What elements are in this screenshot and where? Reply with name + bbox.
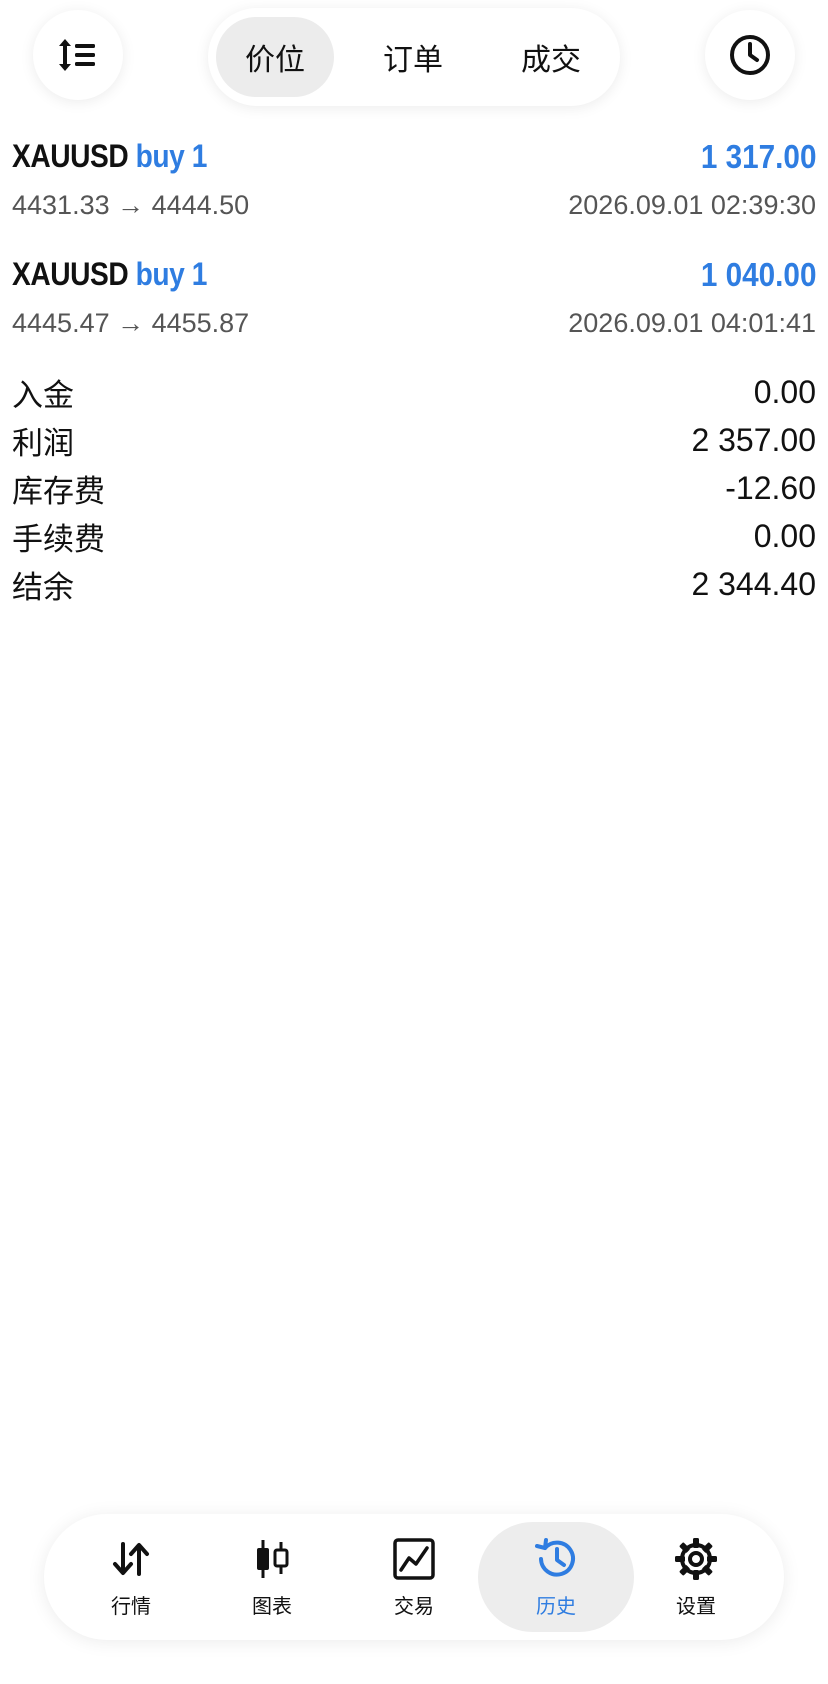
deal-side: buy 1 — [135, 138, 208, 174]
tab-orders[interactable]: 订单 — [354, 17, 472, 97]
deal-symbol: XAUUSD buy 1 — [12, 256, 207, 293]
deal-symbol: XAUUSD buy 1 — [12, 138, 207, 175]
nav-history[interactable]: 历史 — [478, 1522, 634, 1632]
summary-label: 结余 — [12, 569, 74, 606]
nav-history-label: 历史 — [536, 1593, 576, 1618]
deal-prices: 4445.47 → 4455.87 — [12, 308, 250, 338]
nav-quotes-label: 行情 — [111, 1593, 151, 1618]
sort-list-icon — [59, 39, 95, 71]
view-segmented-control: 价位 订单 成交 — [208, 8, 620, 106]
tab-price[interactable]: 价位 — [216, 17, 334, 97]
clock-icon — [730, 35, 770, 75]
candlestick-chart-icon — [257, 1539, 289, 1578]
nav-settings-label: 设置 — [676, 1593, 716, 1618]
history-clock-icon — [535, 1537, 575, 1577]
deal-time: 2026.09.01 02:39:30 — [568, 190, 816, 220]
tab-orders-label: 订单 — [383, 43, 443, 78]
deal-row[interactable]: XAUUSD buy 1 1 040.00 4445.47 → 4455.87 … — [12, 252, 816, 362]
nav-settings[interactable]: 设置 — [641, 1522, 751, 1632]
deal-symbol-name: XAUUSD — [12, 138, 129, 174]
bottom-nav: 行情 图表 交易 历史 设置 — [44, 1514, 784, 1640]
sort-button[interactable] — [33, 10, 123, 100]
settings-gear-icon — [675, 1537, 717, 1580]
tab-price-label: 价位 — [245, 43, 305, 78]
summary-row-commission: 手续费 0.00 — [12, 512, 816, 560]
summary-value: 2 357.00 — [691, 421, 816, 458]
summary-label: 库存费 — [12, 473, 105, 510]
summary-value: 0.00 — [753, 517, 816, 554]
summary-value: -12.60 — [725, 469, 816, 506]
deal-row[interactable]: XAUUSD buy 1 1 317.00 4431.33 → 4444.50 … — [12, 134, 816, 244]
quotes-arrows-icon — [113, 1541, 149, 1576]
summary-label: 入金 — [12, 377, 74, 414]
nav-quotes[interactable]: 行情 — [76, 1522, 186, 1632]
nav-chart[interactable]: 图表 — [217, 1522, 327, 1632]
deal-profit: 1 040.00 — [700, 256, 816, 293]
nav-chart-label: 图表 — [252, 1593, 292, 1618]
deal-profit: 1 317.00 — [700, 138, 816, 175]
summary-label: 手续费 — [12, 521, 105, 558]
tab-deals[interactable]: 成交 — [492, 17, 610, 97]
nav-trade-label: 交易 — [394, 1593, 434, 1618]
deal-side: buy 1 — [135, 256, 208, 292]
summary-row-deposit: 入金 0.00 — [12, 368, 816, 416]
summary-value: 2 344.40 — [691, 565, 816, 602]
deal-time: 2026.09.01 04:01:41 — [568, 308, 816, 338]
deal-prices: 4431.33 → 4444.50 — [12, 190, 250, 220]
trade-line-chart-icon — [393, 1537, 435, 1580]
summary-row-balance: 结余 2 344.40 — [12, 560, 816, 608]
nav-trade[interactable]: 交易 — [359, 1522, 469, 1632]
summary-value: 0.00 — [753, 373, 816, 410]
account-summary: 入金 0.00 利润 2 357.00 库存费 -12.60 手续费 0.00 … — [12, 368, 816, 608]
summary-row-profit: 利润 2 357.00 — [12, 416, 816, 464]
deal-symbol-name: XAUUSD — [12, 256, 129, 292]
summary-row-swap: 库存费 -12.60 — [12, 464, 816, 512]
tab-deals-label: 成交 — [521, 43, 581, 78]
summary-label: 利润 — [12, 425, 74, 462]
period-button[interactable] — [705, 10, 795, 100]
